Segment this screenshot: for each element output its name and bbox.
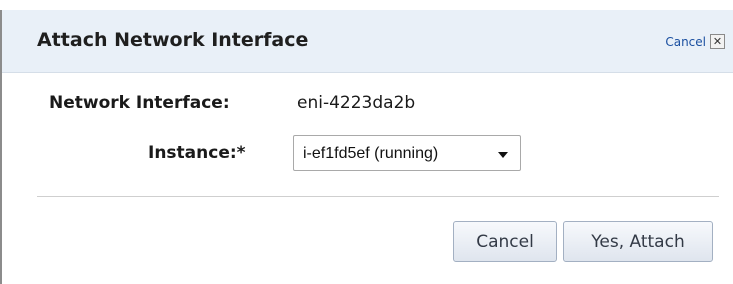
dialog-title: Attach Network Interface: [37, 29, 309, 51]
close-icon[interactable]: ✕: [710, 34, 725, 49]
header-cancel-link[interactable]: Cancel: [665, 35, 706, 49]
instance-label: Instance:*: [148, 143, 246, 163]
dialog-close-area: Cancel ✕: [665, 34, 725, 49]
chevron-down-icon: [498, 152, 508, 158]
network-interface-label: Network Interface:: [49, 93, 230, 113]
yes-attach-button[interactable]: Yes, Attach: [563, 221, 713, 262]
attach-network-interface-dialog: Attach Network Interface Cancel ✕ Networ…: [0, 0, 733, 284]
footer-divider: [37, 196, 719, 197]
instance-select-value: i-ef1fd5ef (running): [303, 145, 439, 162]
network-interface-value: eni-4223da2b: [297, 93, 416, 113]
instance-select[interactable]: i-ef1fd5ef (running): [293, 135, 521, 171]
cancel-button[interactable]: Cancel: [453, 221, 557, 262]
